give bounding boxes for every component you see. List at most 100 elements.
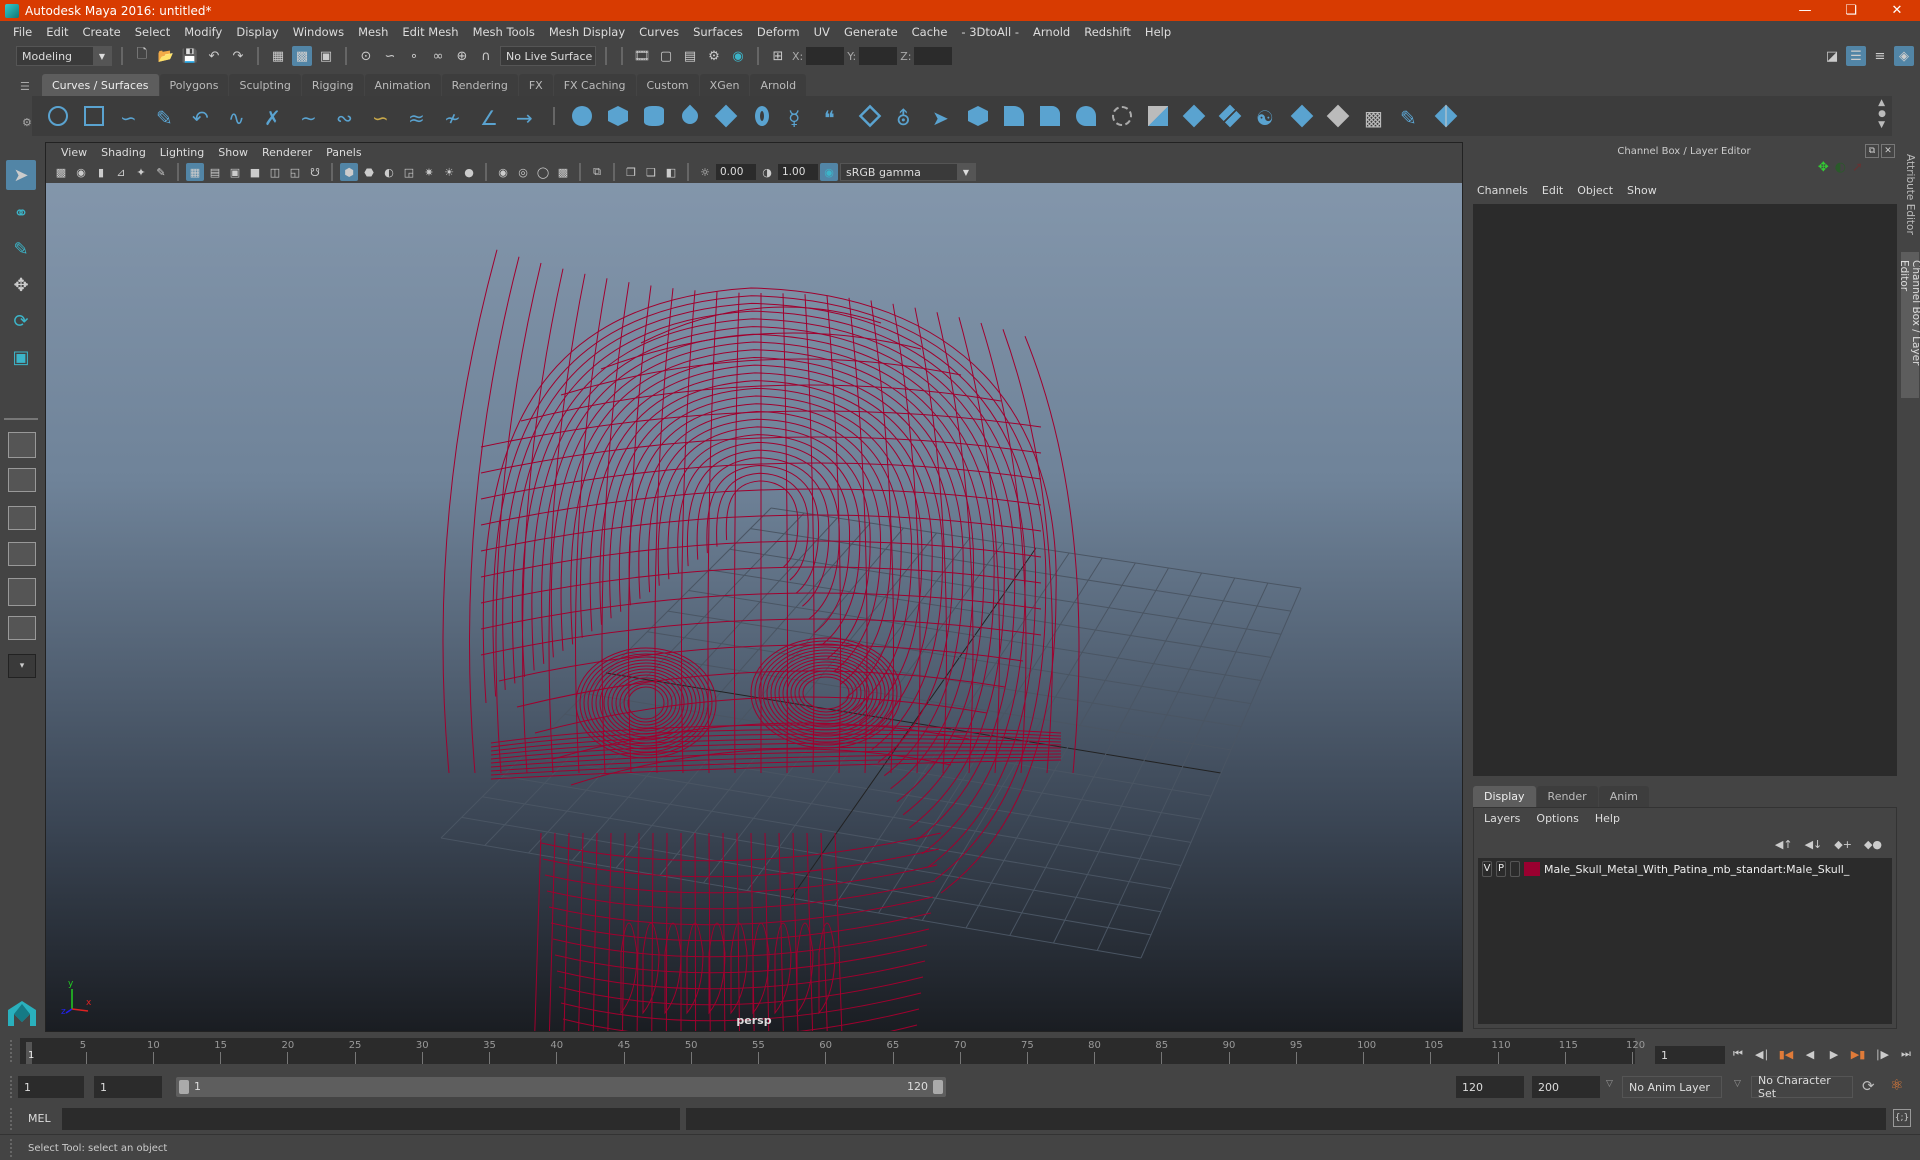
le-menu-options[interactable]: Options xyxy=(1536,812,1578,825)
nurbs-plane-icon[interactable] xyxy=(712,102,740,130)
layer-visibility-toggle[interactable]: V xyxy=(1482,861,1492,877)
shelf-tab-xgen[interactable]: XGen xyxy=(699,74,750,96)
range-slider[interactable]: 1 120 xyxy=(176,1077,946,1097)
menu-edit[interactable]: Edit xyxy=(39,25,75,39)
add-points-tool-icon[interactable]: ∠ xyxy=(476,102,504,130)
new-scene-icon[interactable]: 🗋 xyxy=(132,46,152,66)
shelf-tab-fx[interactable]: FX xyxy=(518,74,553,96)
gamma-field[interactable]: 1.00 xyxy=(778,164,818,180)
magnet-icon[interactable]: ∩ xyxy=(476,46,496,66)
film-gate-icon[interactable]: ▤ xyxy=(206,163,224,181)
grip-handle[interactable] xyxy=(10,1076,14,1098)
menu-arnold[interactable]: Arnold xyxy=(1026,25,1077,39)
shelf-tab-rigging[interactable]: Rigging xyxy=(301,74,364,96)
xray-active-icon[interactable]: ❑ xyxy=(642,163,660,181)
attach-curves-icon[interactable]: ✗ xyxy=(260,102,288,130)
live-surface-field[interactable]: No Live Surface xyxy=(500,46,596,66)
y-field[interactable] xyxy=(859,47,898,65)
snap-view-plane-icon[interactable]: ∞ xyxy=(428,46,448,66)
layer-color-swatch[interactable] xyxy=(1524,862,1540,876)
image-plane-icon[interactable]: ⊿ xyxy=(112,163,130,181)
animation-end-field[interactable]: 200 xyxy=(1532,1076,1600,1098)
shelf-tab-custom[interactable]: Custom xyxy=(636,74,699,96)
wireframe-icon[interactable]: ⬢ xyxy=(340,163,358,181)
cb-menu-object[interactable]: Object xyxy=(1577,184,1613,197)
command-input[interactable] xyxy=(62,1108,680,1130)
resolution-gate-icon[interactable]: ▣ xyxy=(226,163,244,181)
manipulator-icon[interactable]: ✥ xyxy=(1818,160,1829,175)
snap-point-icon[interactable]: ∘ xyxy=(404,46,424,66)
playback-end-field[interactable]: 120 xyxy=(1456,1076,1524,1098)
render-view-icon[interactable]: 🎞 xyxy=(632,46,652,66)
viewport-menu-lighting[interactable]: Lighting xyxy=(153,146,211,159)
menu-select[interactable]: Select xyxy=(128,25,177,39)
untrim-icon[interactable] xyxy=(1216,102,1244,130)
go-to-start-icon[interactable]: ⏮ xyxy=(1728,1044,1748,1064)
nurbs-sphere-icon[interactable] xyxy=(568,102,596,130)
menu-help[interactable]: Help xyxy=(1138,25,1178,39)
nurbs-torus-icon[interactable] xyxy=(748,102,776,130)
screen-space-ao-icon[interactable]: ● xyxy=(460,163,478,181)
tool-settings-icon[interactable]: ≡ xyxy=(1870,46,1890,66)
hypershade-persp-layout-icon[interactable] xyxy=(8,578,36,606)
extend-curve-icon[interactable]: ∽ xyxy=(368,102,396,130)
cb-menu-edit[interactable]: Edit xyxy=(1542,184,1563,197)
step-back-frame-icon[interactable]: ◀∣ xyxy=(1752,1044,1772,1064)
extrude-icon[interactable]: ⛢ xyxy=(892,102,920,130)
close-button[interactable]: ✕ xyxy=(1874,3,1920,18)
animation-preferences-icon[interactable]: ⚛ xyxy=(1890,1076,1903,1094)
depth-of-field-icon[interactable]: ◯ xyxy=(534,163,552,181)
speed-icon[interactable]: ◐ xyxy=(1835,160,1846,175)
select-tool-icon[interactable]: ➤ xyxy=(6,160,36,190)
anim-layer-dropdown[interactable]: No Anim Layer xyxy=(1622,1076,1722,1098)
xray-icon[interactable]: ▩ xyxy=(554,163,572,181)
safe-action-icon[interactable]: ◱ xyxy=(286,163,304,181)
four-view-layout-icon[interactable] xyxy=(8,468,36,492)
undo-icon[interactable]: ↶ xyxy=(204,46,224,66)
le-menu-help[interactable]: Help xyxy=(1595,812,1620,825)
anim-layer-chevron-icon[interactable]: ▽ xyxy=(1606,1079,1613,1089)
scale-tool-icon[interactable]: ▣ xyxy=(6,342,36,372)
close-panel-button[interactable]: ✕ xyxy=(1881,144,1895,158)
step-back-key-icon[interactable]: ▮◀ xyxy=(1776,1044,1796,1064)
square-surface-icon[interactable] xyxy=(1072,102,1100,130)
curve-editing-tool-icon[interactable]: → xyxy=(512,102,540,130)
channel-box-area[interactable] xyxy=(1473,204,1897,776)
render-settings-icon[interactable]: ⚙ xyxy=(704,46,724,66)
snap-grid-icon[interactable]: ⊙ xyxy=(356,46,376,66)
hyper-icon[interactable]: ➚ xyxy=(1852,160,1863,175)
menu-deform[interactable]: Deform xyxy=(750,25,807,39)
sculpt-geometry-tool-icon[interactable]: ✎ xyxy=(1396,102,1424,130)
current-frame-field[interactable]: 1 xyxy=(1655,1046,1725,1064)
x-field[interactable] xyxy=(806,47,845,65)
rotate-tool-icon[interactable]: ⟳ xyxy=(6,306,36,336)
channel-box-layer-editor-tab[interactable]: Channel Box / Layer Editor xyxy=(1898,252,1920,398)
new-empty-layer-icon[interactable]: ◆+ xyxy=(1834,838,1852,851)
play-backwards-icon[interactable]: ◀ xyxy=(1800,1044,1820,1064)
menu-edit-mesh[interactable]: Edit Mesh xyxy=(395,25,465,39)
cb-menu-channels[interactable]: Channels xyxy=(1477,184,1528,197)
auto-key-icon[interactable]: ⟳ xyxy=(1862,1077,1875,1095)
lasso-tool-icon[interactable]: ⚭ xyxy=(6,198,36,228)
menu-mesh[interactable]: Mesh xyxy=(351,25,395,39)
menu-mesh-display[interactable]: Mesh Display xyxy=(542,25,632,39)
bookmark-icon[interactable]: ▮ xyxy=(92,163,110,181)
channel-box-toggle-icon[interactable]: ◈ xyxy=(1894,46,1914,66)
attribute-editor-tab[interactable]: Attribute Editor xyxy=(1901,146,1919,238)
transform-constraint-icon[interactable]: ⊞ xyxy=(768,46,788,66)
nurbs-square-icon[interactable] xyxy=(80,102,108,130)
hypershade-icon[interactable]: ◉ xyxy=(728,46,748,66)
menu-3dtoall[interactable]: - 3DtoAll - xyxy=(954,25,1026,39)
layer-display-type-toggle[interactable] xyxy=(1510,861,1520,877)
detach-curves-icon[interactable]: ∼ xyxy=(296,102,324,130)
shelf-tab-fx-caching[interactable]: FX Caching xyxy=(553,74,636,96)
range-start-handle[interactable] xyxy=(179,1080,189,1094)
layer-playback-toggle[interactable]: P xyxy=(1496,861,1506,877)
menu-file[interactable]: File xyxy=(6,25,39,39)
attribute-editor-toggle-icon[interactable]: ☰ xyxy=(1846,46,1866,66)
render-current-frame-icon[interactable]: ▢ xyxy=(656,46,676,66)
bezier-curve-tool-icon[interactable]: ∿ xyxy=(224,102,252,130)
persp-graph-hypergraph-layout-icon[interactable] xyxy=(8,616,36,640)
layer-tab-render[interactable]: Render xyxy=(1536,786,1598,807)
surface-editing-tool-icon[interactable] xyxy=(1432,102,1460,130)
